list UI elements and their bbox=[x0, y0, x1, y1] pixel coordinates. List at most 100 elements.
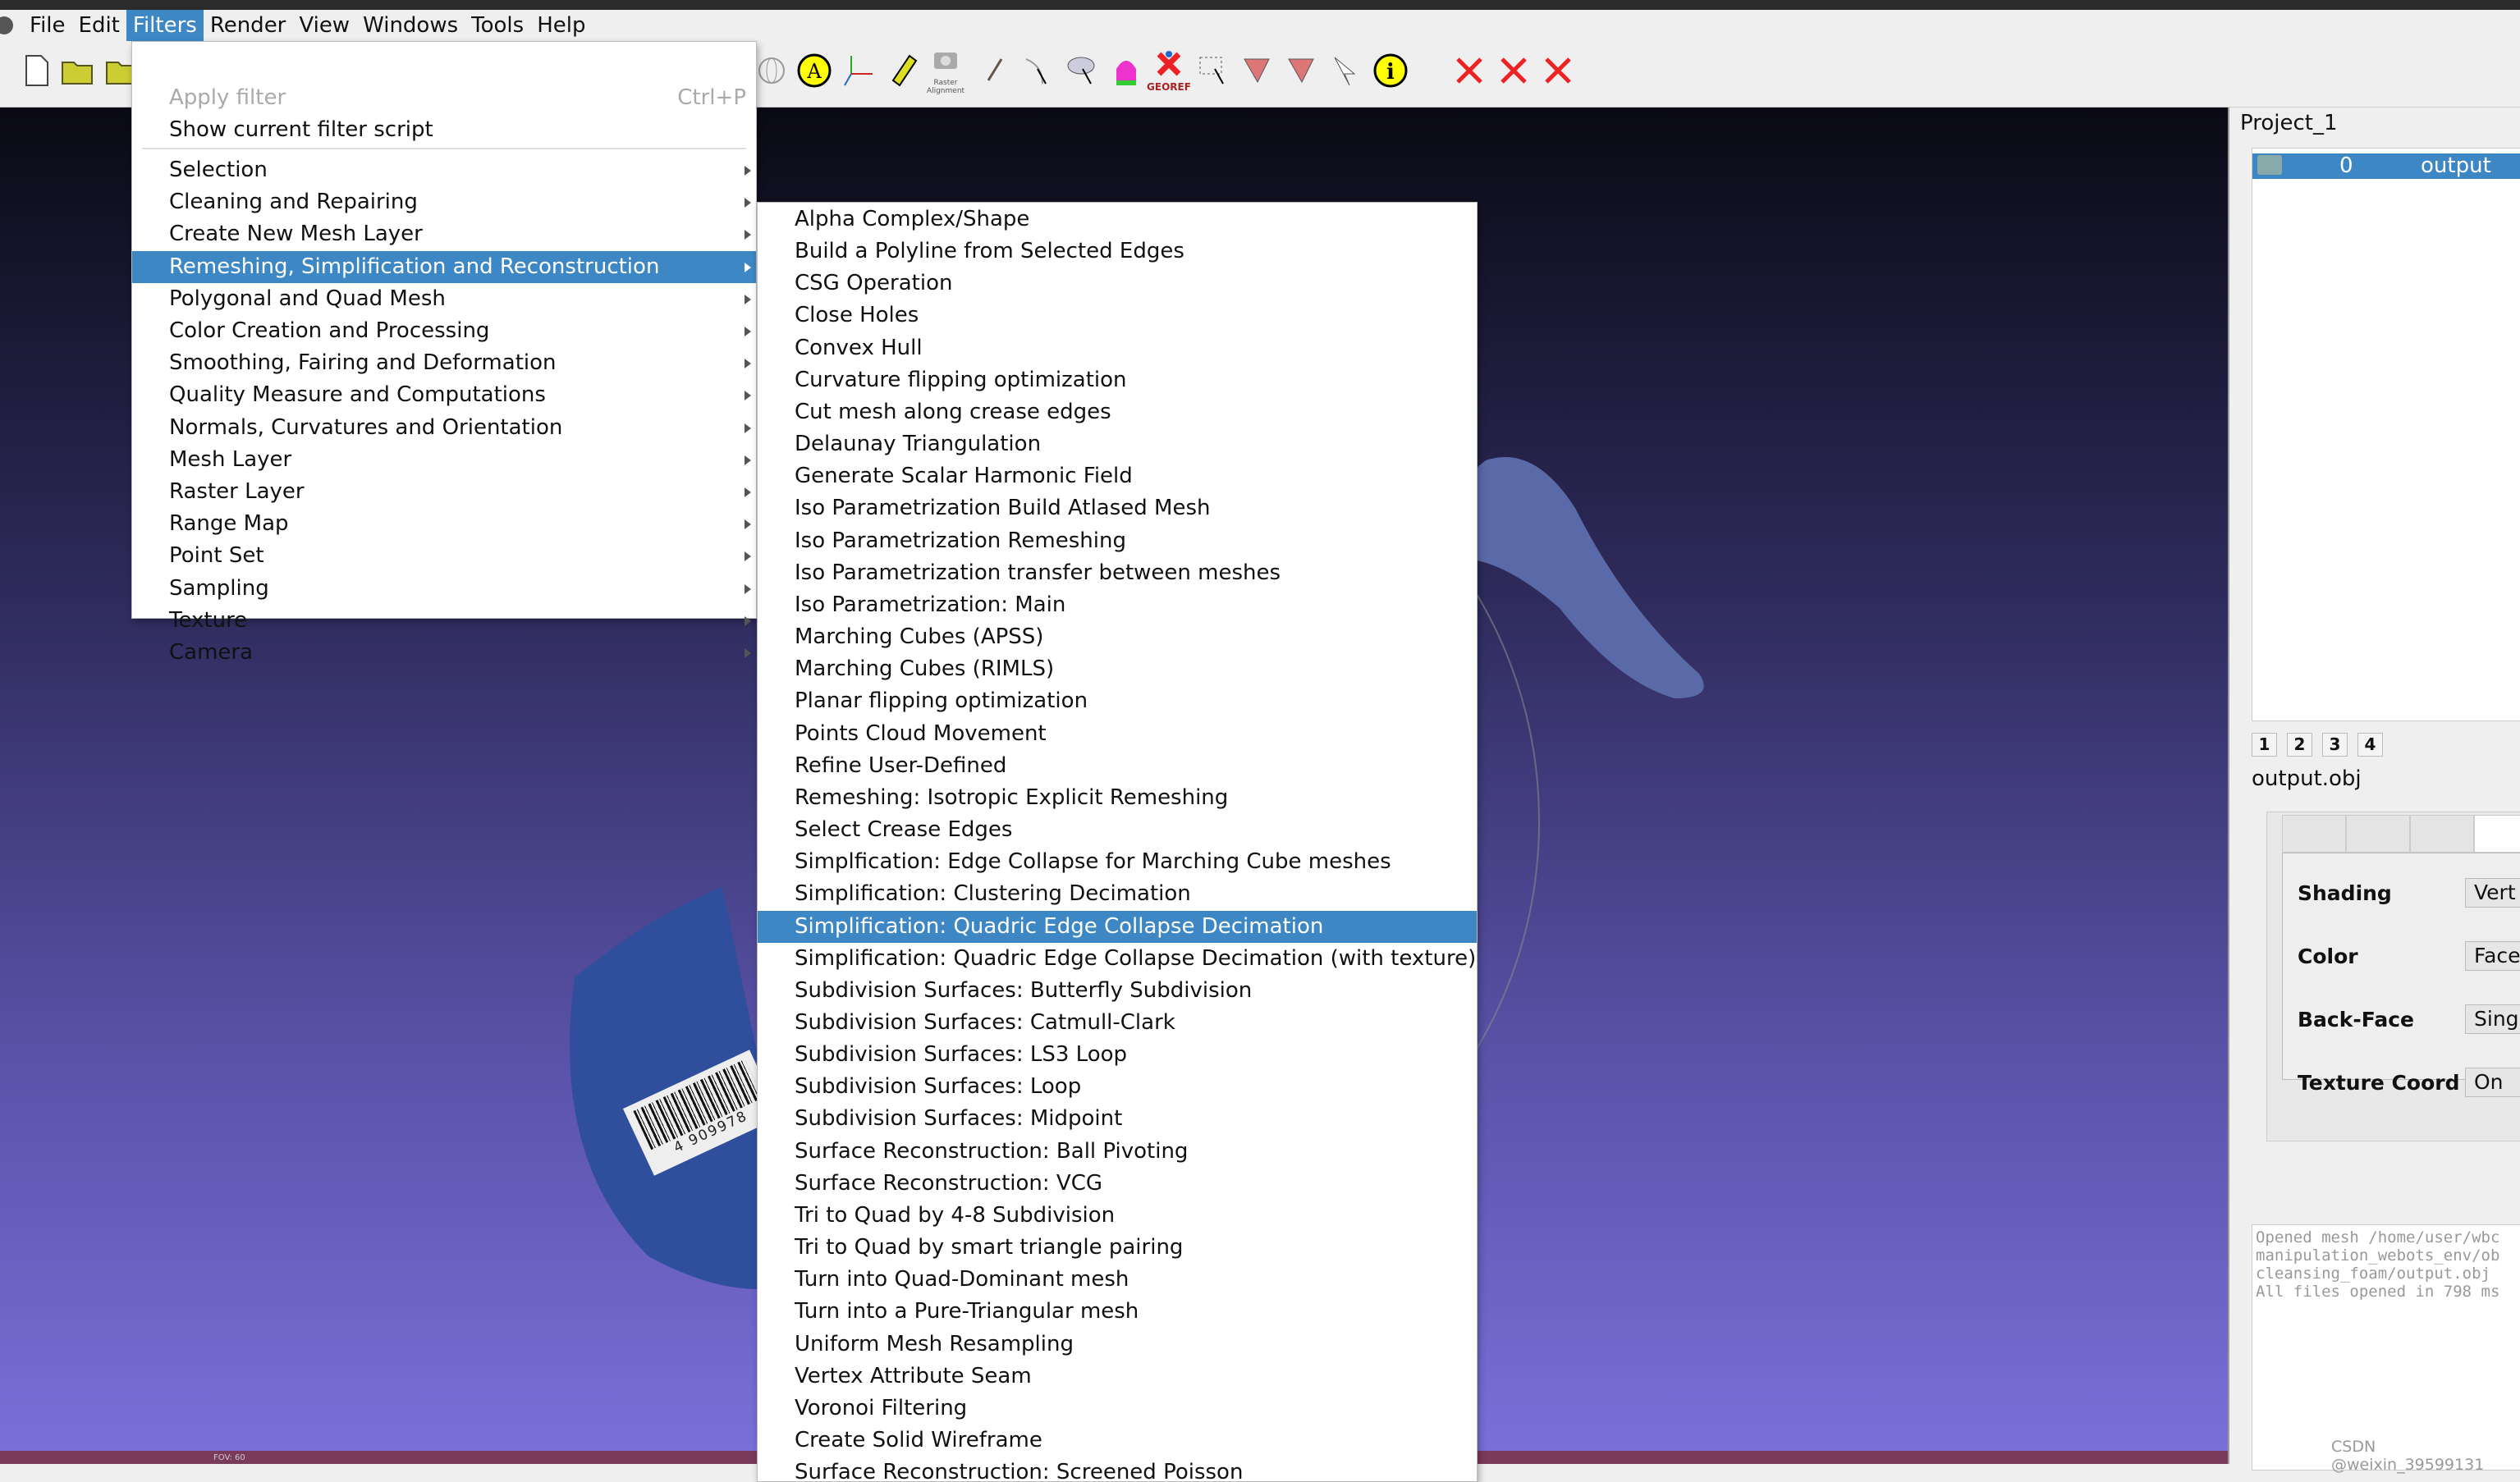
layer-row[interactable]: 0 output bbox=[2252, 153, 2520, 179]
filter-category-item[interactable]: Texture bbox=[132, 605, 756, 637]
tab-wireframe-icon[interactable] bbox=[2410, 815, 2474, 853]
view-button-1[interactable]: 1 bbox=[2252, 733, 2277, 757]
delete-faces-vertices-icon[interactable] bbox=[1540, 53, 1576, 89]
filter-item[interactable]: Subdivision Surfaces: Midpoint bbox=[758, 1103, 1477, 1135]
filter-item[interactable]: Simplification: Quadric Edge Collapse De… bbox=[758, 943, 1477, 975]
select-vertices-icon[interactable] bbox=[1018, 53, 1054, 89]
prop-dropdown[interactable]: On bbox=[2465, 1068, 2520, 1097]
filter-category-item[interactable]: Create New Mesh Layer bbox=[132, 218, 756, 250]
filter-item[interactable]: Delaunay Triangulation bbox=[758, 428, 1477, 460]
annotation-icon[interactable]: A bbox=[796, 53, 832, 89]
prop-dropdown[interactable]: Vert bbox=[2465, 878, 2520, 908]
filter-item[interactable]: Remeshing: Isotropic Explicit Remeshing bbox=[758, 782, 1477, 814]
menu-file[interactable]: File bbox=[23, 10, 72, 41]
filter-item[interactable]: Cut mesh along crease edges bbox=[758, 396, 1477, 428]
filter-category-item[interactable]: Remeshing, Simplification and Reconstruc… bbox=[132, 250, 756, 283]
filter-category-item[interactable]: Cleaning and Repairing bbox=[132, 186, 756, 218]
filter-item[interactable]: CSG Operation bbox=[758, 268, 1477, 300]
info-icon[interactable]: i bbox=[1372, 53, 1409, 89]
paint-brush-icon[interactable] bbox=[977, 53, 1013, 89]
filter-item[interactable]: Subdivision Surfaces: Butterfly Subdivis… bbox=[758, 975, 1477, 1007]
menu-view[interactable]: View bbox=[292, 10, 356, 41]
filter-item[interactable]: Alpha Complex/Shape bbox=[758, 204, 1477, 236]
tab-solid-icon[interactable] bbox=[2474, 815, 2520, 853]
filter-category-item[interactable]: Sampling bbox=[132, 573, 756, 605]
apply-filter-item[interactable]: Apply filter Ctrl+P bbox=[132, 82, 756, 114]
filter-item[interactable]: Build a Polyline from Selected Edges bbox=[758, 236, 1477, 268]
filter-item[interactable]: Turn into Quad-Dominant mesh bbox=[758, 1264, 1477, 1296]
filter-item[interactable]: Vertex Attribute Seam bbox=[758, 1361, 1477, 1393]
filter-category-item[interactable]: Normals, Curvatures and Orientation bbox=[132, 412, 756, 444]
tab-points-icon[interactable] bbox=[2346, 815, 2410, 853]
filter-category-item[interactable]: Selection bbox=[132, 154, 756, 186]
filter-item[interactable]: Curvature flipping optimization bbox=[758, 364, 1477, 396]
filter-item[interactable]: Close Holes bbox=[758, 300, 1477, 332]
filter-category-item[interactable]: Quality Measure and Computations bbox=[132, 379, 756, 411]
delete-faces-icon[interactable] bbox=[1496, 53, 1532, 89]
filter-category-item[interactable]: Camera bbox=[132, 637, 756, 669]
show-filter-script-item[interactable]: Show current filter script bbox=[132, 114, 756, 146]
filter-item[interactable]: Marching Cubes (APSS) bbox=[758, 621, 1477, 653]
filter-category-item[interactable]: Polygonal and Quad Mesh bbox=[132, 283, 756, 315]
filter-item[interactable]: Iso Parametrization Remeshing bbox=[758, 525, 1477, 557]
menu-render[interactable]: Render bbox=[204, 10, 293, 41]
filter-item[interactable]: Subdivision Surfaces: LS3 Loop bbox=[758, 1039, 1477, 1071]
filter-item[interactable]: Tri to Quad by smart triangle pairing bbox=[758, 1232, 1477, 1264]
filter-category-item[interactable]: Mesh Layer bbox=[132, 444, 756, 476]
filter-category-item[interactable]: Smoothing, Fairing and Deformation bbox=[132, 347, 756, 379]
filter-item[interactable]: Surface Reconstruction: Screened Poisson bbox=[758, 1457, 1477, 1481]
filter-item[interactable]: Subdivision Surfaces: Loop bbox=[758, 1071, 1477, 1103]
georef-icon[interactable] bbox=[1151, 48, 1187, 80]
filter-item[interactable]: Iso Parametrization transfer between mes… bbox=[758, 557, 1477, 589]
filter-item[interactable]: Simplification: Quadric Edge Collapse De… bbox=[758, 910, 1477, 943]
menu-windows[interactable]: Windows bbox=[356, 10, 465, 41]
trackball-icon[interactable] bbox=[754, 53, 790, 89]
filter-item[interactable]: Surface Reconstruction: Ball Pivoting bbox=[758, 1136, 1477, 1168]
select-faces-rect-icon[interactable] bbox=[1195, 53, 1231, 89]
select-faces-icon[interactable] bbox=[1239, 53, 1276, 89]
filter-item[interactable]: Select Crease Edges bbox=[758, 814, 1477, 846]
filter-category-item[interactable]: Point Set bbox=[132, 540, 756, 572]
filter-item[interactable]: Iso Parametrization Build Atlased Mesh bbox=[758, 492, 1477, 524]
view-button-3[interactable]: 3 bbox=[2322, 733, 2348, 757]
filter-item[interactable]: Points Cloud Movement bbox=[758, 718, 1477, 750]
view-button-4[interactable]: 4 bbox=[2357, 733, 2383, 757]
filter-item[interactable]: Generate Scalar Harmonic Field bbox=[758, 460, 1477, 492]
prop-dropdown[interactable]: Face bbox=[2465, 941, 2520, 971]
filter-item[interactable]: Refine User-Defined bbox=[758, 750, 1477, 782]
select-connected-icon[interactable] bbox=[1063, 53, 1099, 89]
prop-dropdown[interactable]: Singl bbox=[2465, 1004, 2520, 1034]
open-folder-icon[interactable] bbox=[59, 53, 95, 89]
filter-item[interactable]: Planar flipping optimization bbox=[758, 685, 1477, 717]
delete-vertices-icon[interactable] bbox=[1451, 53, 1487, 89]
filter-item[interactable]: Tri to Quad by 4-8 Subdivision bbox=[758, 1200, 1477, 1232]
filter-item[interactable]: Simplfication: Edge Collapse for Marchin… bbox=[758, 846, 1477, 878]
filter-item[interactable]: Turn into a Pure-Triangular mesh bbox=[758, 1296, 1477, 1328]
filter-item[interactable]: Surface Reconstruction: VCG bbox=[758, 1168, 1477, 1200]
filter-category-item[interactable]: Raster Layer bbox=[132, 476, 756, 508]
view-button-2[interactable]: 2 bbox=[2287, 733, 2312, 757]
filter-item[interactable]: Convex Hull bbox=[758, 332, 1477, 364]
color-mesh-icon[interactable] bbox=[1108, 53, 1144, 89]
menu-tools[interactable]: Tools bbox=[465, 10, 530, 41]
filter-item[interactable]: Subdivision Surfaces: Catmull-Clark bbox=[758, 1007, 1477, 1039]
filter-item[interactable]: Iso Parametrization: Main bbox=[758, 589, 1477, 621]
visibility-eye-icon[interactable] bbox=[2257, 155, 2282, 175]
axis-icon[interactable] bbox=[841, 53, 877, 89]
select-pointer-icon[interactable] bbox=[1328, 53, 1364, 89]
select-connected-faces-icon[interactable] bbox=[1284, 53, 1320, 89]
filter-item[interactable]: Simplification: Clustering Decimation bbox=[758, 878, 1477, 910]
filter-category-item[interactable]: Color Creation and Processing bbox=[132, 315, 756, 347]
menu-help[interactable]: Help bbox=[530, 10, 592, 41]
measure-tool-icon[interactable] bbox=[885, 53, 921, 89]
new-file-icon[interactable] bbox=[18, 53, 54, 89]
filter-item[interactable]: Voronoi Filtering bbox=[758, 1393, 1477, 1425]
tab-box-icon[interactable] bbox=[2282, 815, 2346, 853]
filter-item[interactable]: Marching Cubes (RIMLS) bbox=[758, 653, 1477, 685]
menu-edit[interactable]: Edit bbox=[72, 10, 126, 41]
filter-item[interactable]: Create Solid Wireframe bbox=[758, 1425, 1477, 1457]
filter-item[interactable]: Uniform Mesh Resampling bbox=[758, 1329, 1477, 1361]
filter-category-item[interactable]: Range Map bbox=[132, 508, 756, 540]
raster-alignment-icon[interactable] bbox=[928, 48, 964, 77]
menu-filters[interactable]: Filters bbox=[126, 10, 204, 41]
